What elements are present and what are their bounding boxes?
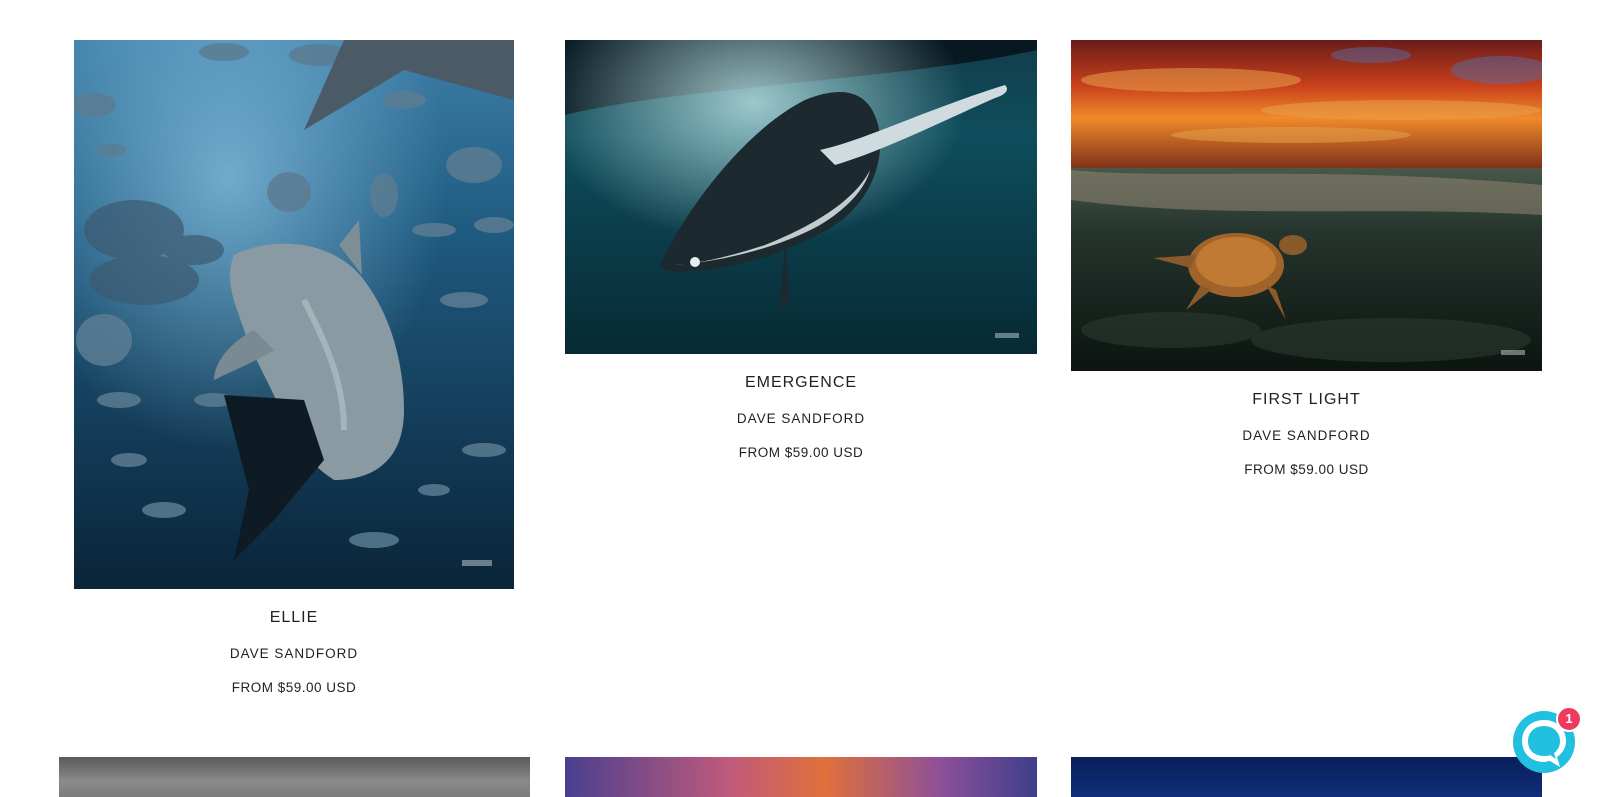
shark-photo-icon (74, 40, 514, 589)
product-title[interactable]: FIRST LIGHT (1071, 391, 1542, 409)
product-price: FROM $59.00 USD (1244, 462, 1369, 477)
product-card-first-light[interactable]: FIRST LIGHT DAVE SANDFORD FROM $59.00 US… (1071, 40, 1542, 477)
product-image-ellie[interactable] (74, 40, 514, 589)
turtle-photo-icon (1071, 40, 1542, 371)
product-info: FIRST LIGHT DAVE SANDFORD FROM $59.00 US… (1071, 391, 1542, 477)
product-image-emergence[interactable] (565, 40, 1037, 354)
product-card-ellie[interactable]: ELLIE DAVE SANDFORD FROM $59.00 USD (74, 40, 514, 695)
product-title[interactable]: EMERGENCE (565, 374, 1037, 392)
notification-badge: 1 (1556, 706, 1582, 732)
product-image-row2-middle[interactable] (565, 757, 1037, 797)
product-info: EMERGENCE DAVE SANDFORD FROM $59.00 USD (565, 374, 1037, 460)
product-image-row2-left[interactable] (59, 757, 530, 797)
product-artist: DAVE SANDFORD (736, 411, 866, 426)
whale-photo-icon (565, 40, 1037, 354)
product-artist: DAVE SANDFORD (229, 646, 359, 661)
product-price: FROM $59.00 USD (231, 680, 357, 695)
product-title[interactable]: ELLIE (74, 609, 514, 627)
chat-launcher-button[interactable]: 1 (1510, 704, 1582, 776)
product-image-first-light[interactable] (1071, 40, 1542, 371)
product-info: ELLIE DAVE SANDFORD FROM $59.00 USD (74, 609, 514, 695)
product-artist: DAVE SANDFORD (1242, 428, 1371, 443)
product-price: FROM $59.00 USD (738, 445, 864, 460)
product-grid-page: ELLIE DAVE SANDFORD FROM $59.00 USD EMER… (0, 0, 1600, 797)
product-image-row2-right[interactable] (1071, 757, 1542, 797)
product-card-emergence[interactable]: EMERGENCE DAVE SANDFORD FROM $59.00 USD (565, 40, 1037, 460)
